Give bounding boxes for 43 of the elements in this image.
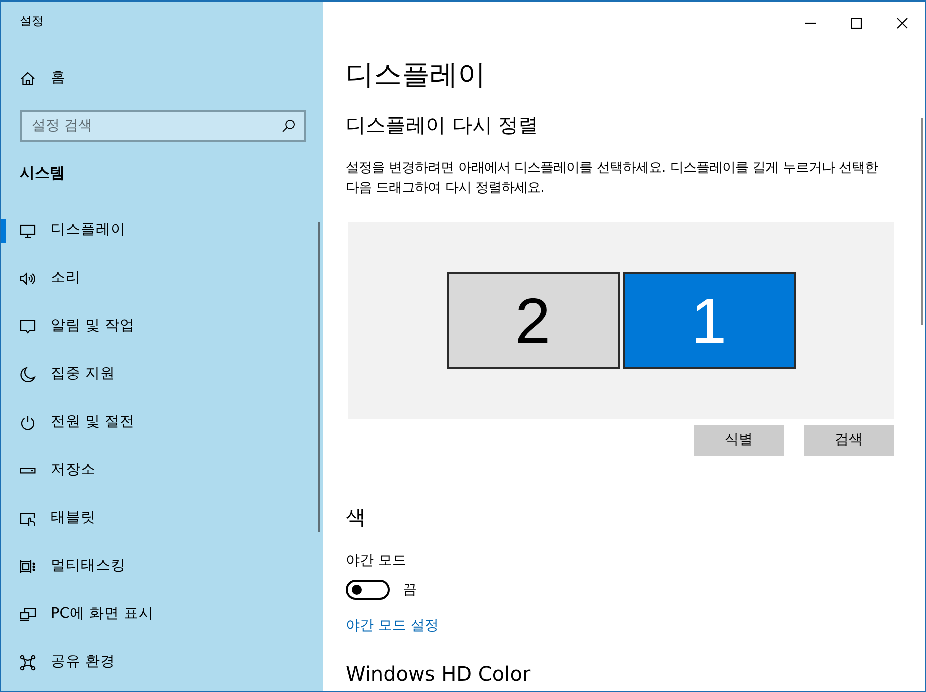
search-box[interactable]: 설정 검색 (20, 110, 306, 142)
search-icon[interactable] (282, 119, 296, 133)
scrollbar-thumb[interactable] (921, 118, 923, 325)
search-input[interactable]: 설정 검색 (32, 115, 276, 137)
sidebar-item[interactable]: 전원 및 절전 (1, 399, 313, 447)
speech-bubble-icon (20, 319, 36, 335)
scrollbar-thumb[interactable] (318, 222, 320, 532)
home-link[interactable]: 홈 (1, 55, 313, 103)
monitor-icon (20, 223, 36, 239)
speaker-icon (20, 271, 36, 287)
power-icon (20, 415, 36, 431)
close-icon[interactable] (896, 18, 908, 28)
sidebar-item[interactable]: 멀티태스킹 (1, 543, 313, 591)
toggle-state-label: 끔 (403, 581, 417, 600)
settings-link[interactable]: 야간 모드 설정 (346, 616, 439, 636)
window-title: 설정 (19, 13, 45, 29)
maximize-icon[interactable] (850, 18, 862, 28)
sidebar-item[interactable]: 저장소 (1, 447, 313, 495)
description-text: 설정을 변경하려면 아래에서 디스플레이를 선택하세요. 디스플레이를 길게 누르거나 선택한 다음 드래그하여 다시 정렬하세요. (346, 160, 880, 198)
detect-button[interactable]: 검색 (804, 425, 894, 456)
multitasking-icon (20, 559, 36, 575)
sidebar-item[interactable]: 집중 지원 (1, 351, 313, 399)
setting-label: 야간 모드 (346, 552, 408, 571)
identify-button[interactable]: 식별 (694, 425, 784, 456)
display-tile[interactable]: 2 (446, 272, 620, 369)
page-title: 디스플레이 (346, 57, 487, 93)
sidebar-item[interactable]: 소리 (1, 255, 313, 303)
sidebar-item[interactable]: 공유 환경 (1, 639, 313, 687)
screens-icon (20, 607, 36, 623)
section-heading: Windows HD Color (346, 661, 532, 687)
sidebar-item[interactable]: PC에 화면 표시 (1, 591, 313, 639)
tablet-icon (20, 511, 36, 527)
sidebar-item[interactable]: 태블릿 (1, 495, 313, 543)
moon-icon (20, 367, 36, 383)
nodes-icon (20, 655, 36, 671)
section-heading: 디스플레이 다시 정렬 (346, 112, 540, 139)
section-heading: 색 (346, 505, 367, 529)
house-icon (20, 71, 36, 87)
sidebar-item[interactable]: 디스플레이 (1, 207, 313, 255)
display-tile[interactable]: 1 (622, 272, 796, 369)
toggle-switch[interactable] (346, 580, 390, 600)
sidebar-item[interactable]: 알림 및 작업 (1, 303, 313, 351)
section-heading: 시스템 (19, 163, 66, 183)
